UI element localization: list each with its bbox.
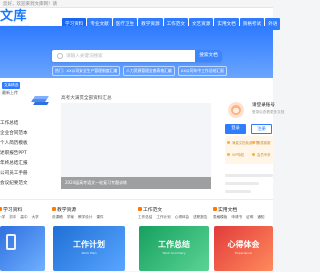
login-button[interactable]: 登录 [225, 124, 246, 134]
tile-subtitle: Work Summary [162, 251, 186, 255]
category-link[interactable]: 通知 [257, 215, 264, 220]
vip-perks-box: 海量文档免费下载 专属客服 VIP特权 会员专享 [225, 136, 273, 164]
category-links: 小学 初中 高中 大学 [0, 215, 39, 220]
tile-title: 心得体会 [227, 240, 260, 249]
placeholder-lines [225, 174, 273, 198]
tile-work-summary[interactable]: 工作总结 Work Summary [139, 226, 209, 271]
banner-alt-text: 高考大满贯全部资料汇总 [61, 96, 112, 101]
hot-tag[interactable]: 热门：XX公司安全生产管理制度汇编 [52, 66, 121, 76]
category-links: 说课稿 学案 教学设计 课件 [52, 215, 104, 220]
login-panel: 请登录账号 登录后查看更多文档 登录 注册 海量文档免费下载 专属客服 VIP特… [213, 78, 284, 199]
avatar [228, 102, 244, 118]
search-input[interactable]: 请输入关键词搜索 [66, 53, 103, 59]
category-link[interactable]: 心得体会 [175, 215, 189, 220]
list-item[interactable]: 企业合同范本 [0, 129, 60, 139]
category-link[interactable]: 证明 [246, 215, 253, 220]
phone-icon [6, 234, 16, 250]
search-box[interactable]: 请输入关键词搜索 搜索文档 [52, 50, 222, 62]
category-links: 表格模板 申请书 证明 通知 [213, 215, 265, 220]
search-icon [57, 53, 63, 59]
hot-tag[interactable]: XX公司年中工作总结汇报 [177, 66, 227, 76]
category-link[interactable]: 小学 [0, 215, 5, 220]
banner-image[interactable]: 2024届高考语文一轮复习专题训练 [61, 103, 211, 189]
category-title: 实用文档 [213, 206, 237, 213]
banner-caption: 2024届高考语文一轮复习专题训练 [61, 177, 211, 189]
left-panel-tag: 文库精选 [2, 82, 21, 89]
tile-work-plan[interactable]: 工作计划 Work Plan [53, 226, 125, 271]
site-logo[interactable]: 文库 www.wenkuwk.com [0, 9, 36, 28]
search-button[interactable]: 搜索文档 [195, 50, 222, 62]
category-icon [213, 207, 217, 211]
top-notice-text: 您好，欢迎来到文库网！请 [3, 2, 57, 7]
hot-tag[interactable]: 人力资源管理全套表格汇编 [123, 66, 175, 76]
category-link[interactable]: 述职报告 [193, 215, 207, 220]
perk-item: 专属客服 [252, 141, 271, 145]
category-link[interactable]: 初中 [9, 215, 16, 220]
category-title: 工作范文 [138, 206, 162, 213]
category-link[interactable]: 工作计划 [156, 215, 170, 220]
category-link[interactable]: 学案 [67, 215, 74, 220]
category-icon [0, 207, 2, 211]
category-icon [52, 207, 56, 211]
perk-item: 海量文档免费下载 [226, 141, 260, 145]
hot-tags: 热门：XX公司安全生产管理制度汇编 人力资源管理全套表格汇编 XX公司年中工作总… [52, 66, 227, 76]
tile-title: 工作总结 [158, 240, 190, 249]
list-item[interactable]: 述职报告PPT [0, 149, 60, 159]
doc-list: 工作总结 企业合同范本 个人简历模板 述职报告PPT 年终总结汇报 公司员工手册… [0, 119, 60, 189]
list-item[interactable]: 公司员工手册 [0, 169, 60, 179]
tile-title: 工作计划 [73, 240, 105, 249]
placeholder-line [225, 174, 273, 177]
category-link[interactable]: 工作总结 [138, 215, 152, 220]
category-title: 教学资源 [52, 206, 76, 213]
left-panel-subtitle: 最新上传 [2, 90, 18, 95]
hero-banner: 请输入关键词搜索 搜索文档 热门：XX公司安全生产管理制度汇编 人力资源管理全套… [0, 26, 273, 78]
register-button[interactable]: 注册 [251, 124, 272, 134]
perk-item: VIP特权 [226, 153, 245, 157]
list-item[interactable]: 会议纪要范文 [0, 179, 60, 189]
logo-text: 文库 [0, 9, 28, 24]
books-stack-icon [31, 96, 50, 106]
login-subtitle: 登录后查看更多文档 [252, 110, 285, 114]
featured-banner[interactable]: 高考大满贯全部资料汇总 2024届高考语文一轮复习专题训练 [61, 95, 211, 197]
list-item[interactable]: 年终总结汇报 [0, 159, 60, 169]
category-links: 工作总结 工作计划 心得体会 述职报告 [138, 215, 208, 220]
tile-thumbnail[interactable] [0, 226, 45, 271]
placeholder-line [225, 182, 259, 185]
category-link[interactable]: 教学设计 [78, 215, 92, 220]
category-title: 学习资料 [0, 206, 22, 213]
top-notice-bar: 您好，欢迎来到文库网！请 [0, 0, 273, 8]
tile-subtitle: Work Plan [81, 251, 97, 255]
category-section: 学习资料 小学 初中 高中 大学 教学资源 说课稿 学案 教学设计 课件 工作范… [0, 199, 273, 271]
list-item[interactable]: 个人简历模板 [0, 139, 60, 149]
category-link[interactable]: 表格模板 [213, 215, 227, 220]
left-panel-header: 文库精选 最新上传 [2, 82, 32, 104]
tile-subtitle: Experience [235, 251, 252, 255]
category-link[interactable]: 高中 [20, 215, 27, 220]
category-link[interactable]: 课件 [96, 215, 103, 220]
category-link[interactable]: 说课稿 [52, 215, 63, 220]
category-icon [138, 207, 142, 211]
category-link[interactable]: 申请书 [231, 215, 242, 220]
category-link[interactable]: 大学 [32, 215, 39, 220]
perk-item: 会员专享 [252, 153, 271, 157]
placeholder-line [225, 190, 252, 193]
login-title: 请登录账号 [252, 103, 275, 108]
list-item[interactable]: 工作总结 [0, 119, 60, 129]
tile-experience[interactable]: 心得体会 Experience [214, 226, 273, 271]
